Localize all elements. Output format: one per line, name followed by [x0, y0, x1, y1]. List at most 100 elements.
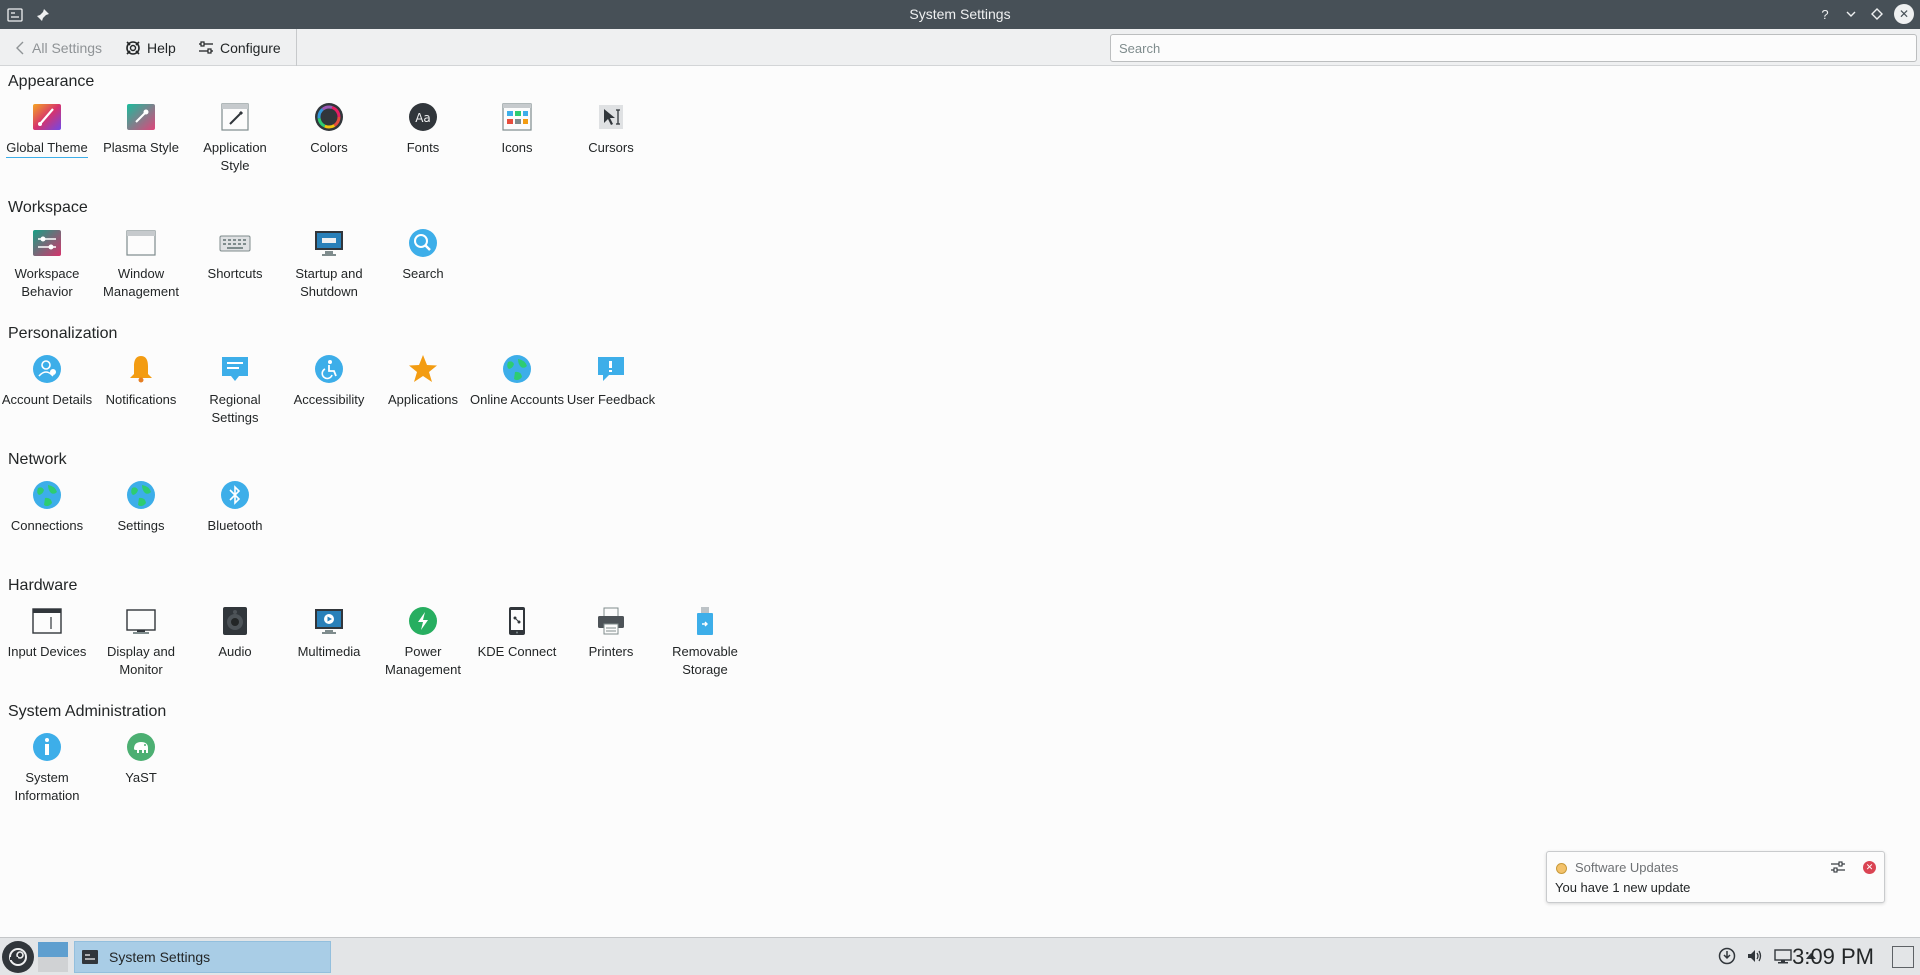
toolbar: All Settings Help Configure [0, 29, 1920, 66]
module-workspace-behavior[interactable]: Workspace Behavior [0, 224, 94, 301]
all-settings-button[interactable]: All Settings [14, 35, 102, 61]
software-updates-tray-icon[interactable] [1718, 947, 1736, 965]
module-label: Online Accounts [470, 392, 564, 407]
module-label: Account Details [1, 392, 93, 407]
module-plasma-style[interactable]: Plasma Style [94, 98, 188, 157]
show-desktop-button[interactable] [1892, 946, 1914, 968]
help-label: Help [147, 40, 176, 56]
close-icon[interactable]: ✕ [1894, 4, 1914, 24]
module-label: Colors [310, 140, 348, 155]
section-title-system-administration: System Administration [8, 703, 167, 720]
phone-icon [500, 604, 534, 638]
search-input[interactable] [1110, 34, 1917, 62]
bell-icon [124, 352, 158, 386]
module-shortcuts[interactable]: Shortcuts [188, 224, 282, 283]
section-title-personalization: Personalization [8, 325, 118, 342]
module-search[interactable]: Search [376, 224, 470, 283]
module-printers[interactable]: Printers [564, 602, 658, 661]
module-fonts[interactable]: Aa Fonts [376, 98, 470, 157]
digital-clock[interactable]: 3:09 PM [1792, 942, 1874, 972]
module-label: Power Management [385, 644, 461, 677]
module-label: Fonts [406, 140, 440, 155]
globe-icon [500, 352, 534, 386]
module-audio[interactable]: Audio [188, 602, 282, 661]
module-kde-connect[interactable]: KDE Connect [470, 602, 564, 661]
update-icon [1556, 863, 1567, 874]
module-notifications[interactable]: Notifications [94, 350, 188, 409]
taskbar-item-label: System Settings [109, 949, 211, 965]
virtual-desktop-pager[interactable] [38, 942, 68, 972]
power-icon [406, 604, 440, 638]
monitor-icon [124, 604, 158, 638]
help-button[interactable]: Help [125, 35, 176, 61]
module-regional-settings[interactable]: Regional Settings [188, 350, 282, 427]
module-global-theme[interactable]: Global Theme [0, 98, 94, 158]
chevron-left-icon [16, 41, 24, 55]
notification-popup[interactable]: Software Updates ✕ You have 1 new update [1546, 851, 1885, 903]
module-label: Icons [501, 140, 533, 155]
module-startup-and-shutdown[interactable]: Startup and Shutdown [282, 224, 376, 301]
notification-close-icon[interactable]: ✕ [1863, 861, 1876, 874]
active-desktop[interactable] [38, 942, 68, 957]
module-window-management[interactable]: Window Management [94, 224, 188, 301]
regional-settings-icon [218, 352, 252, 386]
context-help-icon[interactable]: ? [1816, 5, 1834, 23]
module-label: Global Theme [6, 139, 88, 158]
startup-shutdown-icon [312, 226, 346, 260]
module-cursors[interactable]: Cursors [564, 98, 658, 157]
module-multimedia[interactable]: Multimedia [282, 602, 376, 661]
notification-body: You have 1 new update [1555, 880, 1691, 895]
module-connections[interactable]: Connections [0, 476, 94, 535]
bluetooth-icon [218, 478, 252, 512]
module-yast[interactable]: YaST [94, 728, 188, 787]
module-user-feedback[interactable]: User Feedback [564, 350, 658, 409]
window-titlebar[interactable]: System Settings ? ✕ [0, 0, 1920, 29]
module-label: Input Devices [7, 644, 87, 659]
application-launcher-icon[interactable] [2, 941, 34, 973]
module-system-information[interactable]: System Information [0, 728, 94, 805]
module-application-style[interactable]: Application Style [188, 98, 282, 175]
module-display-and-monitor[interactable]: Display and Monitor [94, 602, 188, 679]
notification-title: Software Updates [1575, 860, 1679, 875]
configure-button[interactable]: Configure [198, 35, 281, 61]
module-label: User Feedback [566, 392, 656, 407]
module-account-details[interactable]: Account Details [0, 350, 94, 409]
system-settings-icon [82, 950, 98, 964]
configure-icon [199, 41, 213, 54]
module-label: Applications [387, 392, 459, 407]
module-label: Startup and Shutdown [295, 266, 363, 299]
module-power-management[interactable]: Power Management [376, 602, 470, 679]
module-input-devices[interactable]: Input Devices [0, 602, 94, 661]
minimize-icon[interactable] [1842, 5, 1860, 23]
volume-icon[interactable] [1746, 947, 1764, 965]
module-online-accounts[interactable]: Online Accounts [470, 350, 564, 409]
network-icon[interactable] [1774, 947, 1792, 965]
module-network-settings[interactable]: Settings [94, 476, 188, 535]
module-label: Printers [588, 644, 634, 659]
taskbar-item-system-settings[interactable]: System Settings [74, 941, 331, 973]
section-title-workspace: Workspace [8, 199, 88, 216]
global-theme-icon [30, 100, 64, 134]
module-applications[interactable]: Applications [376, 350, 470, 409]
keyboard-icon [218, 226, 252, 260]
icons-icon [500, 100, 534, 134]
notification-configure-icon[interactable] [1830, 859, 1846, 875]
module-colors[interactable]: Colors [282, 98, 376, 157]
globe-icon [30, 478, 64, 512]
all-settings-label: All Settings [32, 40, 103, 56]
maximize-icon[interactable] [1868, 5, 1886, 23]
module-bluetooth[interactable]: Bluetooth [188, 476, 282, 535]
globe-icon [124, 478, 158, 512]
info-icon [30, 730, 64, 764]
speaker-icon [218, 604, 252, 638]
usb-icon [688, 604, 722, 638]
input-devices-icon [30, 604, 64, 638]
toolbar-separator [296, 29, 297, 66]
module-label: Audio [218, 644, 252, 659]
module-removable-storage[interactable]: Removable Storage [658, 602, 752, 679]
module-label: Regional Settings [209, 392, 261, 425]
module-label: Display and Monitor [107, 644, 175, 677]
module-icons[interactable]: Icons [470, 98, 564, 157]
module-label: KDE Connect [477, 644, 557, 659]
module-accessibility[interactable]: Accessibility [282, 350, 376, 409]
